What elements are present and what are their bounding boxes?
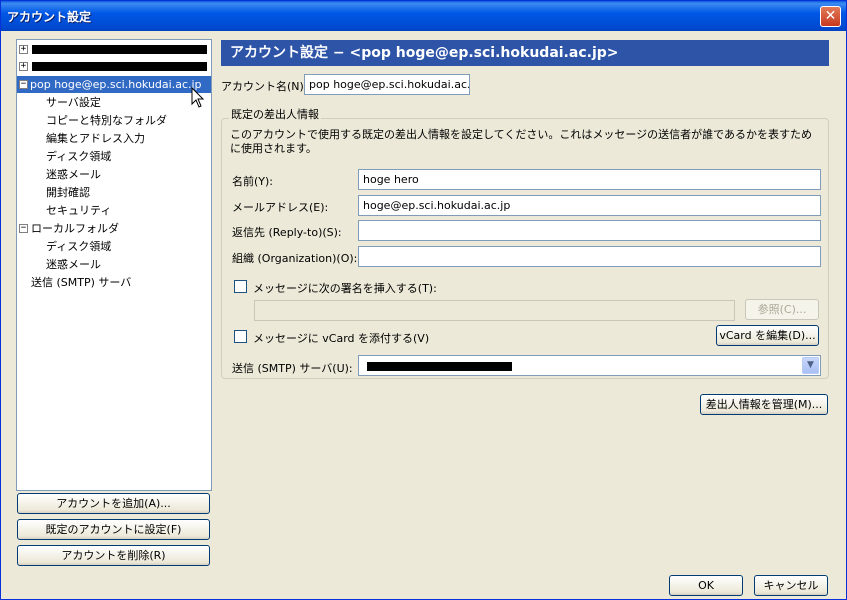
title-bar[interactable]: アカウント設定 ✕: [1, 1, 846, 31]
identity-group-title: 既定の差出人情報: [229, 106, 321, 122]
organization-label: 組織 (Organization)(O):: [232, 252, 358, 265]
smtp-server-select[interactable]: ▼: [358, 355, 821, 376]
set-default-account-button[interactable]: 既定のアカウントに設定(F): [17, 519, 210, 540]
tree-item-local-disk-space[interactable]: ディスク領域: [46, 238, 111, 255]
tree-item-label: サーバ設定: [46, 96, 101, 109]
tree-item-label: 開封確認: [46, 186, 90, 199]
expand-icon[interactable]: +: [19, 62, 28, 71]
tree-item-label: ディスク領域: [46, 150, 112, 163]
close-button[interactable]: ✕: [820, 6, 841, 27]
tree-row-redacted-account-2[interactable]: +: [19, 58, 209, 75]
account-name-label: アカウント名(N):: [221, 80, 308, 93]
name-field[interactable]: hoge hero: [358, 169, 821, 190]
redacted-account-name: [32, 62, 207, 71]
identity-description: このアカウントで使用する既定の差出人情報を設定してください。これはメッセージの送…: [230, 128, 813, 155]
vcard-label: メッセージに vCard を添付する(V): [253, 332, 430, 345]
ok-button[interactable]: OK: [669, 575, 743, 596]
name-label: 名前(Y):: [232, 175, 274, 188]
signature-label: メッセージに次の署名を挿入する(T):: [253, 282, 437, 295]
tree-item-label: ディスク領域: [46, 240, 112, 253]
panel-header: アカウント設定 − <pop hoge@ep.sci.hokudai.ac.jp…: [221, 40, 829, 66]
tree-item-label: ローカルフォルダ: [31, 222, 119, 235]
collapse-icon[interactable]: −: [19, 224, 28, 233]
account-name-field[interactable]: pop hoge@ep.sci.hokudai.ac.jp: [304, 74, 470, 95]
chevron-down-icon[interactable]: ▼: [802, 357, 819, 374]
manage-identities-button[interactable]: 差出人情報を管理(M)...: [700, 394, 828, 415]
redacted-account-name: [32, 45, 207, 54]
delete-account-button[interactable]: アカウントを削除(R): [17, 545, 210, 566]
tree-item-label: 編集とアドレス入力: [46, 132, 145, 145]
account-tree[interactable]: + + − pop hoge@ep.sci.hokudai.ac.jp サーバ設…: [16, 39, 212, 491]
email-field[interactable]: hoge@ep.sci.hokudai.ac.jp: [358, 195, 821, 216]
tree-item-label: 迷惑メール: [46, 168, 101, 181]
tree-item-copies-folders[interactable]: コピーと特別なフォルダ: [46, 112, 167, 129]
edit-vcard-button[interactable]: vCard を編集(D)...: [716, 325, 819, 346]
tree-item-label: 送信 (SMTP) サーバ: [31, 276, 132, 289]
window-title: アカウント設定: [7, 10, 92, 24]
tree-item-security[interactable]: セキュリティ: [46, 202, 111, 219]
tree-item-receipts[interactable]: 開封確認: [46, 184, 90, 201]
tree-item-local-folders[interactable]: − ローカルフォルダ: [19, 220, 209, 237]
signature-file-field[interactable]: [254, 300, 735, 321]
tree-item-label: セキュリティ: [46, 204, 112, 217]
cancel-button[interactable]: キャンセル: [754, 575, 828, 596]
add-account-button[interactable]: アカウントを追加(A)...: [17, 493, 210, 514]
organization-field[interactable]: [358, 246, 821, 267]
tree-item-smtp[interactable]: 送信 (SMTP) サーバ: [31, 274, 131, 291]
tree-item-label: 迷惑メール: [46, 258, 101, 271]
reply-to-label: 返信先 (Reply-to)(S):: [232, 226, 342, 239]
tree-row-redacted-account-1[interactable]: +: [19, 41, 209, 58]
reply-to-field[interactable]: [358, 220, 821, 241]
account-settings-window: アカウント設定 ✕ + + − pop hoge@ep.sci.hokudai.…: [0, 0, 847, 600]
mouse-cursor-icon: [191, 87, 205, 108]
tree-item-server-settings[interactable]: サーバ設定: [46, 94, 101, 111]
tree-item-junk[interactable]: 迷惑メール: [46, 166, 101, 183]
vcard-checkbox[interactable]: [234, 330, 247, 343]
signature-checkbox[interactable]: [234, 280, 247, 293]
smtp-server-label: 送信 (SMTP) サーバ(U):: [232, 362, 353, 375]
tree-item-composition[interactable]: 編集とアドレス入力: [46, 130, 145, 147]
tree-item-disk-space[interactable]: ディスク領域: [46, 148, 111, 165]
browse-button[interactable]: 参照(C)...: [745, 299, 819, 320]
expand-icon[interactable]: +: [19, 45, 28, 54]
redacted-smtp-server: [367, 362, 512, 371]
email-label: メールアドレス(E):: [232, 201, 329, 214]
tree-item-pop-account[interactable]: − pop hoge@ep.sci.hokudai.ac.jp: [17, 76, 211, 93]
tree-item-label: コピーと特別なフォルダ: [46, 114, 167, 127]
collapse-icon[interactable]: −: [19, 80, 28, 89]
tree-item-label: pop hoge@ep.sci.hokudai.ac.jp: [30, 78, 202, 91]
tree-item-local-junk[interactable]: 迷惑メール: [46, 256, 101, 273]
